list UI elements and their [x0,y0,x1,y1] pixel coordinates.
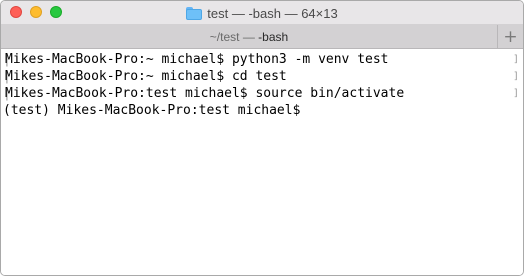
tab-bash[interactable]: ~/test — -bash [1,25,498,48]
folder-icon [186,6,203,20]
new-tab-button[interactable]: + [498,25,523,48]
terminal-line: (test) Mikes-MacBook-Pro:test michael$ [3,103,301,118]
line-mark-icon: ] [512,71,519,82]
terminal-output[interactable]: |Mikes-MacBook-Pro:~ michael$ python3 -m… [1,49,523,275]
tab-label: ~/test — -bash [210,30,288,44]
terminal-window: test — -bash — 64×13 ~/test — -bash + |M… [0,0,524,276]
tab-process: -bash [258,29,289,44]
line-mark-icon: ] [512,54,519,65]
tab-path: ~/test — [209,29,259,44]
window-title-text: test — -bash — 64×13 [207,5,338,21]
terminal-line: |Mikes-MacBook-Pro:~ michael$ cd test] [3,69,519,84]
title-bar[interactable]: test — -bash — 64×13 [1,1,523,25]
tab-bar: ~/test — -bash + [1,25,523,49]
terminal-line: |Mikes-MacBook-Pro:test michael$ source … [3,86,519,101]
window-title: test — -bash — 64×13 [1,1,523,25]
terminal-line: |Mikes-MacBook-Pro:~ michael$ python3 -m… [3,52,519,67]
line-mark-icon: ] [512,88,519,99]
